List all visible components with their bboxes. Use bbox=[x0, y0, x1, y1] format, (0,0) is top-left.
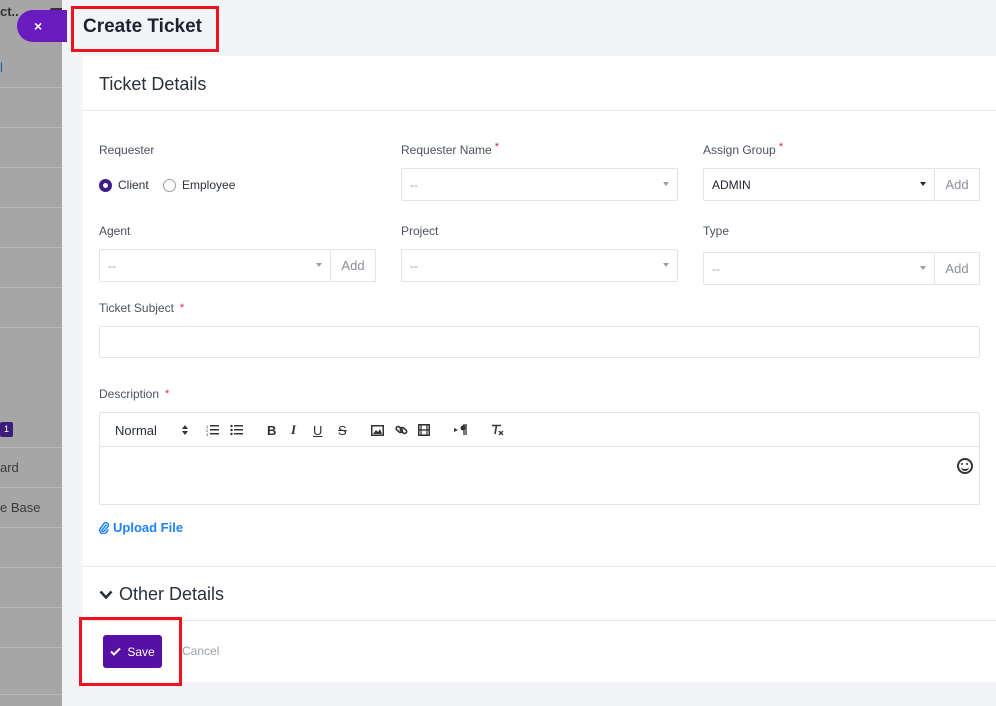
format-select[interactable]: Normal bbox=[115, 413, 189, 447]
radio-selected-icon bbox=[99, 178, 112, 192]
sidebar-divider bbox=[0, 87, 62, 88]
up-down-icon bbox=[181, 425, 188, 435]
radio-unselected-icon bbox=[163, 178, 176, 192]
radio-employee-label: Employee bbox=[182, 178, 236, 192]
caret-down-icon bbox=[920, 266, 926, 270]
sidebar-fragment: ct.. bbox=[0, 4, 19, 19]
upload-file-label: Upload File bbox=[113, 520, 184, 535]
strike-icon[interactable]: S bbox=[338, 413, 347, 447]
sidebar-divider bbox=[0, 647, 62, 648]
agent-select[interactable]: -- bbox=[99, 249, 331, 282]
add-agent-button[interactable]: Add bbox=[331, 249, 376, 282]
add-type-button[interactable]: Add bbox=[935, 252, 980, 285]
sidebar-divider bbox=[0, 607, 62, 608]
radio-client-label: Client bbox=[118, 178, 149, 192]
emoji-icon[interactable] bbox=[957, 458, 973, 474]
link-icon[interactable] bbox=[395, 413, 408, 447]
sidebar-backdrop: ct.. l 1 ard e Base bbox=[0, 0, 62, 706]
text-direction-icon[interactable] bbox=[454, 413, 468, 447]
requester-name-label: Requester Name * bbox=[401, 141, 499, 157]
editor-toolbar: Normal 123 B I U S bbox=[100, 413, 979, 447]
sidebar-divider bbox=[0, 207, 62, 208]
chevron-down-icon bbox=[99, 590, 113, 599]
radio-client[interactable]: Client bbox=[99, 178, 149, 192]
project-label: Project bbox=[401, 224, 439, 238]
caret-down-icon bbox=[663, 182, 669, 186]
description-label: Description * bbox=[99, 387, 170, 401]
image-icon[interactable] bbox=[371, 413, 384, 447]
save-highlight-box bbox=[79, 617, 182, 686]
ticket-subject-label: Ticket Subject * bbox=[99, 301, 185, 315]
sidebar-fragment: ard bbox=[0, 460, 19, 475]
sidebar-divider bbox=[0, 127, 62, 128]
add-group-button[interactable]: Add bbox=[935, 168, 980, 201]
underline-icon[interactable]: U bbox=[313, 413, 322, 447]
other-details-toggle[interactable]: Other Details bbox=[99, 584, 224, 605]
description-editor[interactable]: Normal 123 B I U S bbox=[99, 412, 980, 505]
agent-label: Agent bbox=[99, 224, 131, 238]
sidebar-fragment: l bbox=[0, 60, 3, 75]
ticket-form-card: Ticket Details Requester Client Employee… bbox=[83, 56, 996, 682]
italic-icon[interactable]: I bbox=[291, 413, 296, 447]
type-label: Type bbox=[703, 224, 730, 238]
sidebar-badge: 1 bbox=[0, 422, 13, 437]
close-panel-button[interactable]: × bbox=[17, 10, 67, 42]
assign-group-select[interactable]: ADMIN bbox=[703, 168, 935, 201]
upload-file-link[interactable]: Upload File bbox=[99, 520, 183, 535]
sidebar-divider bbox=[0, 567, 62, 568]
sidebar-divider bbox=[0, 247, 62, 248]
section-divider bbox=[83, 566, 996, 567]
caret-down-icon bbox=[663, 263, 669, 267]
svg-text:3: 3 bbox=[206, 432, 209, 436]
bullet-list-icon[interactable] bbox=[230, 413, 243, 447]
sidebar-divider bbox=[0, 447, 62, 448]
section-divider bbox=[83, 620, 996, 621]
other-details-label: Other Details bbox=[119, 584, 225, 604]
project-select[interactable]: -- bbox=[401, 249, 678, 282]
sidebar-divider bbox=[0, 167, 62, 168]
sidebar-divider bbox=[0, 487, 62, 488]
bold-icon[interactable]: B bbox=[267, 413, 276, 447]
sidebar-divider bbox=[0, 527, 62, 528]
ticket-details-heading: Ticket Details bbox=[83, 56, 996, 111]
clear-format-icon[interactable] bbox=[491, 413, 505, 447]
sidebar-divider bbox=[0, 694, 62, 695]
cancel-button[interactable]: Cancel bbox=[182, 644, 219, 658]
assign-group-label: Assign Group * bbox=[703, 141, 783, 157]
type-select[interactable]: -- bbox=[703, 252, 935, 285]
video-icon[interactable] bbox=[418, 413, 430, 447]
caret-down-icon bbox=[316, 263, 322, 267]
paperclip-icon bbox=[99, 521, 109, 534]
requester-label: Requester bbox=[99, 143, 155, 157]
sidebar-fragment: e Base bbox=[0, 500, 41, 515]
title-highlight-box bbox=[71, 6, 219, 52]
sidebar-divider bbox=[0, 287, 62, 288]
ticket-subject-input[interactable] bbox=[99, 326, 980, 358]
caret-down-icon bbox=[920, 182, 926, 186]
sidebar-divider bbox=[0, 327, 62, 328]
radio-employee[interactable]: Employee bbox=[163, 178, 235, 192]
ordered-list-icon[interactable]: 123 bbox=[206, 413, 219, 447]
requester-name-select[interactable]: -- bbox=[401, 168, 678, 201]
